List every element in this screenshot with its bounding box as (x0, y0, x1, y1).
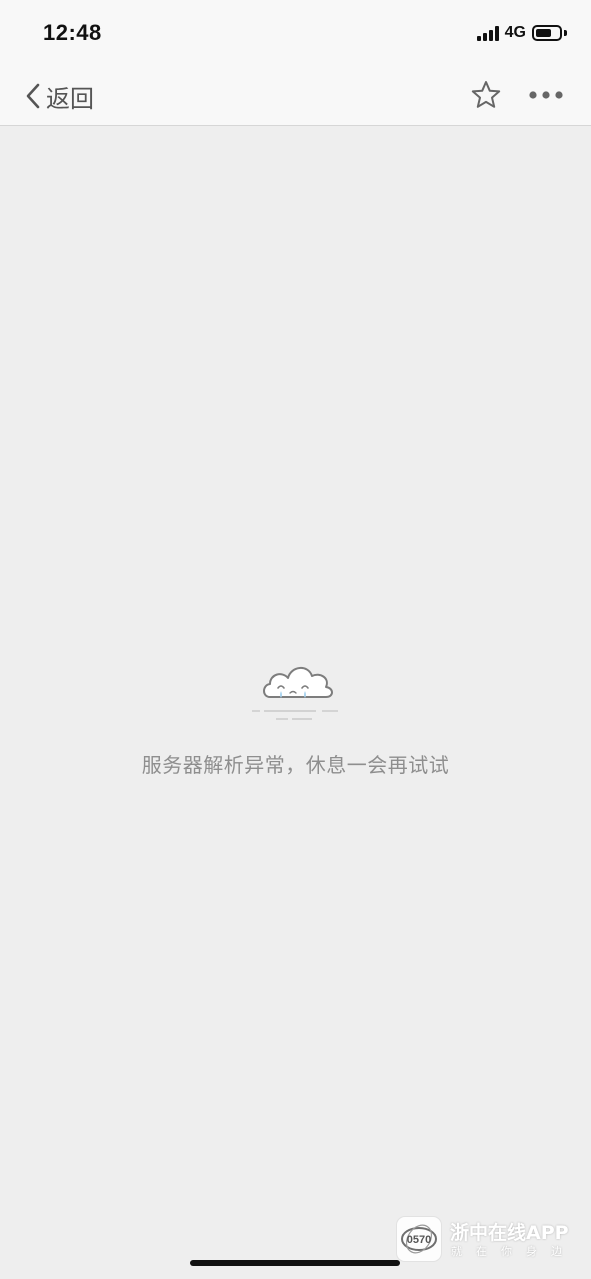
home-indicator (190, 1260, 400, 1266)
status-time: 12:48 (43, 20, 102, 45)
more-options-button[interactable] (526, 82, 566, 108)
status-indicators: 4G (476, 24, 567, 42)
chevron-left-icon (26, 83, 40, 109)
favorite-button[interactable] (470, 79, 502, 111)
battery-icon (532, 25, 562, 41)
battery-cap (564, 30, 567, 36)
network-type: 4G (504, 24, 526, 41)
watermark: 0570 浙中在线APP 就在你身边 (396, 1216, 582, 1264)
watermark-subtitle: 就在你身边 (451, 1245, 576, 1258)
more-dots-icon (529, 91, 563, 99)
back-button[interactable]: 返回 (24, 76, 94, 116)
svg-text:0570: 0570 (407, 1234, 431, 1246)
cellular-signal-icon (476, 25, 499, 41)
watermark-logo-icon: 0570 (401, 1224, 437, 1254)
crying-cloud-icon (252, 667, 338, 720)
error-message: 服务器解析异常，休息一会再试试 (141, 753, 450, 777)
star-outline-icon (471, 81, 501, 108)
status-bar: 12:48 4G (0, 0, 591, 68)
navigation-bar: 返回 (0, 68, 591, 126)
screen: 12:48 4G 返回 服务器解析异常，休息一会再试试 0570 浙中在线APP… (0, 0, 591, 1279)
watermark-title: 浙中在线APP (450, 1222, 569, 1244)
battery-level-fill (536, 29, 551, 37)
back-label: 返回 (46, 84, 94, 113)
watermark-logo: 0570 (396, 1216, 442, 1262)
